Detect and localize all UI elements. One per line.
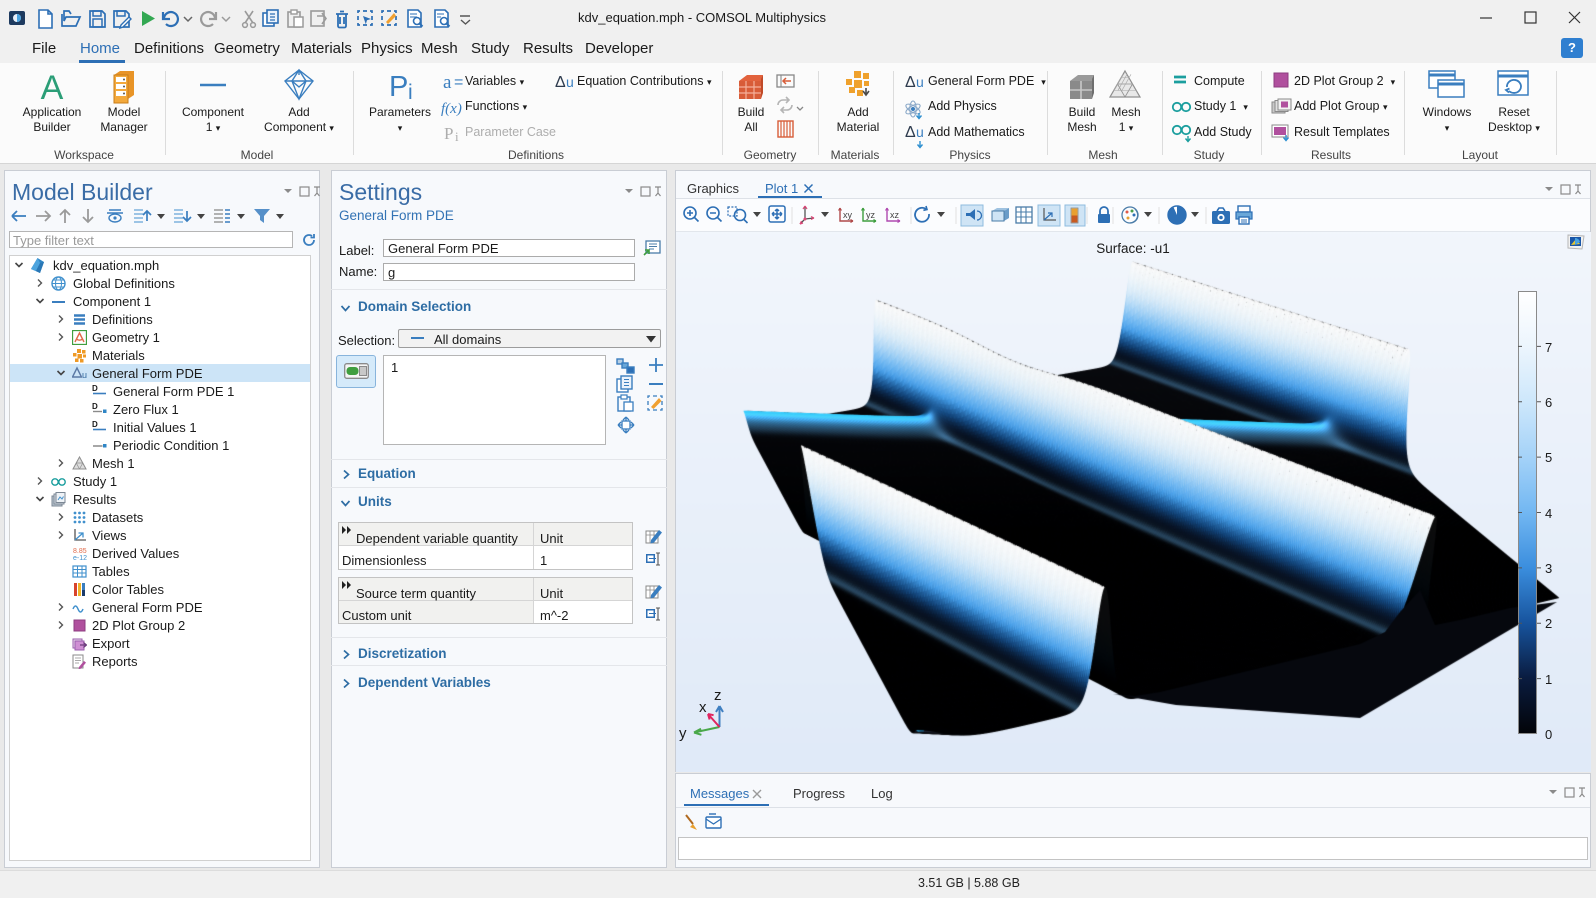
- svg-text:f(x): f(x): [441, 101, 462, 117]
- svg-text:8.85: 8.85: [73, 548, 87, 555]
- svg-text:z: z: [714, 687, 722, 704]
- svg-text:P: P: [389, 71, 408, 103]
- svg-text:xy: xy: [843, 210, 853, 220]
- svg-text:i: i: [408, 81, 413, 104]
- svg-text:D: D: [92, 384, 98, 393]
- svg-text:=: =: [454, 74, 463, 91]
- svg-text:A: A: [41, 69, 64, 107]
- svg-text:Δ: Δ: [555, 74, 566, 91]
- svg-text:xz: xz: [890, 210, 900, 220]
- svg-text:u: u: [916, 74, 924, 90]
- svg-text:yz: yz: [866, 210, 876, 220]
- svg-text:Δ: Δ: [905, 74, 916, 91]
- svg-text:a: a: [443, 72, 452, 93]
- svg-text:x: x: [699, 699, 707, 716]
- svg-text:y: y: [679, 725, 687, 742]
- svg-text:D: D: [92, 420, 98, 429]
- svg-text:u: u: [566, 74, 574, 90]
- svg-text:u: u: [916, 124, 924, 140]
- svg-text:Δ: Δ: [905, 124, 916, 141]
- svg-text:i: i: [455, 129, 459, 144]
- svg-text:u: u: [82, 370, 87, 380]
- svg-text:P: P: [444, 124, 453, 143]
- svg-text:e-12: e-12: [73, 555, 87, 561]
- svg-text:D: D: [92, 402, 98, 411]
